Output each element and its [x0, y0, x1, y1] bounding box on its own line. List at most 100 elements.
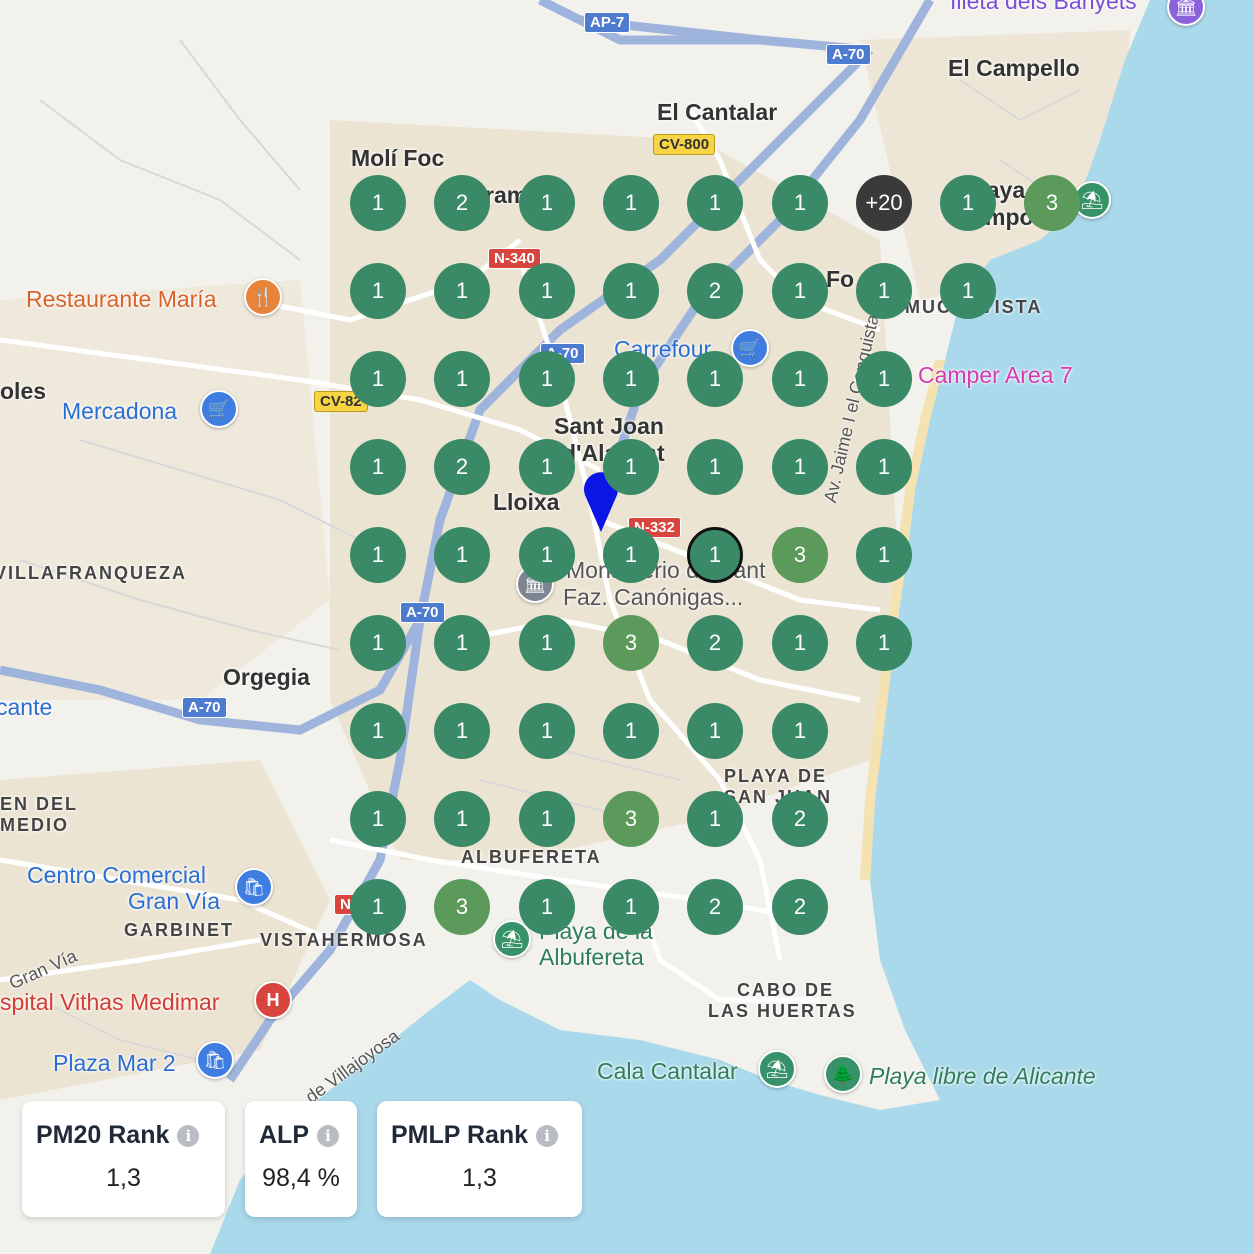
rank-marker[interactable]: 1 [687, 703, 743, 759]
poi-label-restaurante-maria[interactable]: Restaurante María [26, 286, 216, 313]
rank-marker[interactable]: 1 [772, 615, 828, 671]
rank-marker[interactable]: 1 [350, 879, 406, 935]
rank-marker[interactable]: 1 [856, 351, 912, 407]
beach-icon[interactable]: ⛱ [758, 1050, 796, 1088]
rank-marker[interactable]: 1 [603, 703, 659, 759]
rank-marker[interactable]: 3 [434, 879, 490, 935]
rank-marker[interactable]: 1 [434, 527, 490, 583]
rank-marker[interactable]: 1 [434, 703, 490, 759]
district-label-pen-del: EN DEL [0, 794, 79, 814]
rank-marker[interactable]: 3 [772, 527, 828, 583]
rank-marker[interactable]: 1 [687, 791, 743, 847]
rank-marker[interactable]: 1 [434, 615, 490, 671]
fork-knife-icon[interactable]: 🍴 [244, 278, 282, 316]
rank-marker[interactable]: 2 [434, 175, 490, 231]
town-label-el-campello: El Campello [948, 55, 1080, 81]
shopping-bag-icon[interactable]: 🛍 [235, 868, 273, 906]
rank-marker[interactable]: 1 [772, 351, 828, 407]
rank-marker[interactable]: 1 [772, 439, 828, 495]
rank-marker[interactable]: 1 [687, 439, 743, 495]
rank-marker[interactable]: 1 [856, 263, 912, 319]
rank-marker[interactable]: 1 [687, 351, 743, 407]
rank-marker[interactable]: 1 [350, 791, 406, 847]
metric-value: 1,3 [106, 1164, 141, 1192]
rank-marker[interactable]: +20 [856, 175, 912, 231]
road-shield-cv800: CV-800 [653, 134, 716, 155]
rank-marker[interactable]: 1 [603, 263, 659, 319]
rank-marker[interactable]: 1 [603, 439, 659, 495]
rank-marker[interactable]: 1 [856, 615, 912, 671]
metric-label: ALP [259, 1121, 309, 1149]
shopping-bag-icon[interactable]: 🛍 [196, 1041, 234, 1079]
info-icon[interactable]: i [177, 1124, 200, 1147]
poi-label-faz[interactable]: Faz. Canónigas... [563, 584, 743, 611]
rank-marker[interactable]: 1 [350, 615, 406, 671]
rank-marker[interactable]: 1 [687, 175, 743, 231]
rank-marker[interactable]: 1 [350, 351, 406, 407]
town-label-orgegia: Orgegia [223, 664, 310, 690]
poi-label-hospital[interactable]: spital Vithas Medimar [0, 989, 219, 1016]
rank-marker[interactable]: 1 [519, 527, 575, 583]
rank-marker[interactable]: 1 [519, 351, 575, 407]
district-label-medio: MEDIO [0, 815, 70, 835]
poi-label-centro-comercial[interactable]: Centro Comercial [27, 862, 206, 889]
rank-marker[interactable]: 3 [603, 791, 659, 847]
rank-marker[interactable]: 1 [519, 615, 575, 671]
rank-marker[interactable]: 1 [603, 351, 659, 407]
metric-value: 1,3 [462, 1164, 497, 1192]
district-label-villafranqueza: VILLAFRANQUEZA [0, 563, 187, 583]
rank-marker[interactable]: 2 [772, 791, 828, 847]
rank-marker[interactable]: 1 [603, 527, 659, 583]
rank-marker[interactable]: 1 [350, 263, 406, 319]
rank-marker[interactable]: 1 [519, 879, 575, 935]
district-label-cabo: CABO DE [737, 980, 835, 1000]
district-label-garbinet: GARBINET [124, 920, 234, 940]
poi-label-playa-albufereta-2[interactable]: Albufereta [539, 944, 644, 971]
rank-marker[interactable]: 1 [350, 175, 406, 231]
rank-marker[interactable]: 1 [603, 879, 659, 935]
road-shield-a70-top: A-70 [826, 44, 871, 65]
rank-marker[interactable]: 1 [519, 703, 575, 759]
rank-marker[interactable]: 2 [687, 879, 743, 935]
rank-marker[interactable]: 3 [1024, 175, 1080, 231]
cart-icon[interactable]: 🛒 [200, 390, 238, 428]
rank-marker[interactable]: 1 [772, 703, 828, 759]
rank-marker[interactable]: 1 [434, 263, 490, 319]
rank-marker[interactable]: 1 [940, 175, 996, 231]
poi-label-camper-area[interactable]: Camper Area 7 [918, 362, 1073, 389]
poi-label-cala-cantalar[interactable]: Cala Cantalar [597, 1058, 738, 1085]
town-label-moli-foc: Molí Foc [351, 145, 445, 171]
poi-label-mercadona[interactable]: Mercadona [62, 398, 177, 425]
rank-marker[interactable]: 1 [434, 791, 490, 847]
info-icon[interactable]: i [536, 1124, 559, 1147]
rank-marker[interactable]: 1 [350, 439, 406, 495]
poi-label-playa-libre[interactable]: Playa libre de Alicante [869, 1063, 1096, 1090]
rank-marker[interactable]: 1 [350, 703, 406, 759]
rank-marker[interactable]: 2 [687, 263, 743, 319]
rank-marker[interactable]: 1 [772, 175, 828, 231]
rank-marker[interactable]: 1 [519, 791, 575, 847]
rank-marker[interactable]: 1 [603, 175, 659, 231]
hospital-icon[interactable]: H [254, 981, 292, 1019]
rank-marker[interactable]: 1 [940, 263, 996, 319]
rank-marker[interactable]: 2 [434, 439, 490, 495]
rank-marker[interactable]: 3 [603, 615, 659, 671]
rank-marker[interactable]: 1 [519, 439, 575, 495]
rank-marker[interactable]: 1 [856, 527, 912, 583]
district-label-vistahermosa: VISTAHERMOSA [260, 930, 428, 950]
rank-marker[interactable]: 2 [772, 879, 828, 935]
rank-marker[interactable]: 1 [772, 263, 828, 319]
poi-label-illeta[interactable]: Illeta dels Banyets [950, 0, 1137, 15]
rank-marker[interactable]: 1 [350, 527, 406, 583]
poi-label-gran-via-cc[interactable]: Gran Vía [128, 888, 220, 915]
metric-card-pm20-rank: PM20 Rank i 1,3 [22, 1101, 225, 1217]
rank-marker[interactable]: 2 [687, 615, 743, 671]
info-icon[interactable]: i [317, 1124, 339, 1147]
rank-marker[interactable]: 1 [434, 351, 490, 407]
rank-marker[interactable]: 1 [519, 263, 575, 319]
rank-marker[interactable]: 1 [519, 175, 575, 231]
tree-icon[interactable]: 🌲 [824, 1055, 862, 1093]
poi-label-plaza-mar[interactable]: Plaza Mar 2 [53, 1050, 176, 1077]
rank-marker[interactable]: 1 [687, 527, 743, 583]
rank-marker[interactable]: 1 [856, 439, 912, 495]
